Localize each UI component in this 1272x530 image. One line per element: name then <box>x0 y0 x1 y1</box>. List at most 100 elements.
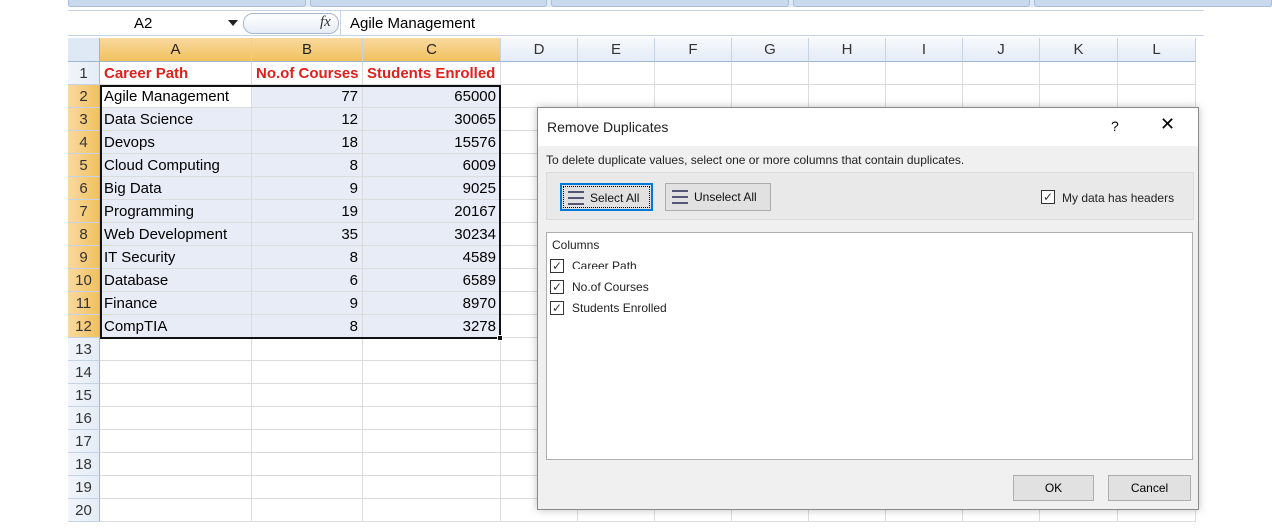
cell[interactable]: 8 <box>252 246 363 269</box>
cell[interactable]: IT Security <box>100 246 252 269</box>
cell[interactable] <box>363 430 501 453</box>
cell[interactable]: 9025 <box>363 177 501 200</box>
cell[interactable]: Data Science <box>100 108 252 131</box>
unselect-all-button[interactable]: Unselect All <box>665 183 771 211</box>
column-header[interactable]: H <box>809 38 886 62</box>
column-checkbox[interactable]: ✓ <box>550 301 564 315</box>
column-header[interactable]: E <box>578 38 655 62</box>
cell[interactable]: Cloud Computing <box>100 154 252 177</box>
cell[interactable]: 4589 <box>363 246 501 269</box>
headers-checkbox-label[interactable]: My data has headers <box>1062 191 1174 205</box>
cell[interactable] <box>886 62 963 85</box>
cell[interactable]: 65000 <box>363 85 501 108</box>
cell[interactable]: 77 <box>252 85 363 108</box>
column-header[interactable]: L <box>1118 38 1196 62</box>
column-header[interactable]: B <box>252 38 363 62</box>
row-header[interactable]: 10 <box>68 269 100 292</box>
cell[interactable] <box>501 62 578 85</box>
column-header[interactable]: K <box>1040 38 1118 62</box>
cell[interactable] <box>363 338 501 361</box>
formula-input[interactable]: Agile Management <box>340 11 1204 35</box>
cell[interactable]: 15576 <box>363 131 501 154</box>
column-label[interactable]: Career Path <box>572 259 637 269</box>
row-header[interactable]: 13 <box>68 338 100 361</box>
column-header[interactable]: C <box>363 38 501 62</box>
cell[interactable]: 35 <box>252 223 363 246</box>
row-header[interactable]: 19 <box>68 476 100 499</box>
cell[interactable] <box>1040 85 1118 108</box>
row-header[interactable]: 7 <box>68 200 100 223</box>
cell[interactable]: Programming <box>100 200 252 223</box>
help-button[interactable]: ? <box>1111 118 1119 134</box>
row-header[interactable]: 17 <box>68 430 100 453</box>
cell[interactable]: CompTIA <box>100 315 252 338</box>
cell[interactable] <box>363 361 501 384</box>
close-button[interactable]: ✕ <box>1160 114 1175 135</box>
cell[interactable]: 20167 <box>363 200 501 223</box>
cell[interactable] <box>100 499 252 522</box>
cell[interactable]: 19 <box>252 200 363 223</box>
row-header[interactable]: 6 <box>68 177 100 200</box>
cell[interactable] <box>100 430 252 453</box>
column-header[interactable]: A <box>100 38 252 62</box>
cell[interactable] <box>363 453 501 476</box>
cell[interactable] <box>252 476 363 499</box>
cell[interactable]: Career Path <box>100 62 252 85</box>
cell[interactable] <box>252 338 363 361</box>
cell[interactable]: 30234 <box>363 223 501 246</box>
cell[interactable] <box>501 85 578 108</box>
cell[interactable] <box>732 62 809 85</box>
cell[interactable]: 6 <box>252 269 363 292</box>
cell[interactable] <box>100 476 252 499</box>
column-header[interactable]: F <box>655 38 732 62</box>
cell[interactable] <box>1118 85 1196 108</box>
ok-button[interactable]: OK <box>1013 475 1094 501</box>
row-header[interactable]: 15 <box>68 384 100 407</box>
cell[interactable]: 8970 <box>363 292 501 315</box>
column-checkbox[interactable]: ✓ <box>550 259 564 273</box>
row-header[interactable]: 5 <box>68 154 100 177</box>
cell[interactable] <box>1118 62 1196 85</box>
cell[interactable]: 12 <box>252 108 363 131</box>
row-header[interactable]: 8 <box>68 223 100 246</box>
cell[interactable] <box>963 85 1040 108</box>
column-header[interactable]: I <box>886 38 963 62</box>
cell[interactable]: 6589 <box>363 269 501 292</box>
cell[interactable] <box>809 62 886 85</box>
name-box[interactable]: A2 <box>68 11 243 35</box>
cell[interactable]: Students Enrolled <box>363 62 501 85</box>
cell[interactable]: 18 <box>252 131 363 154</box>
cell[interactable] <box>100 407 252 430</box>
cell[interactable]: 9 <box>252 292 363 315</box>
cell[interactable]: Big Data <box>100 177 252 200</box>
row-header[interactable]: 18 <box>68 453 100 476</box>
cell[interactable] <box>963 62 1040 85</box>
cell[interactable] <box>252 499 363 522</box>
column-checkbox[interactable]: ✓ <box>550 280 564 294</box>
select-all-corner[interactable] <box>68 38 100 62</box>
cell[interactable] <box>363 476 501 499</box>
column-header[interactable]: G <box>732 38 809 62</box>
cell[interactable]: Finance <box>100 292 252 315</box>
cell[interactable] <box>252 453 363 476</box>
cell[interactable]: Devops <box>100 131 252 154</box>
row-header[interactable]: 4 <box>68 131 100 154</box>
cell[interactable]: 8 <box>252 315 363 338</box>
cell[interactable] <box>1040 62 1118 85</box>
cell[interactable] <box>363 499 501 522</box>
cell[interactable]: Database <box>100 269 252 292</box>
cell[interactable] <box>252 407 363 430</box>
row-header[interactable]: 12 <box>68 315 100 338</box>
cell[interactable]: 3278 <box>363 315 501 338</box>
cell[interactable] <box>100 338 252 361</box>
row-header[interactable]: 2 <box>68 85 100 108</box>
cell[interactable] <box>100 453 252 476</box>
cell[interactable] <box>886 85 963 108</box>
cell[interactable] <box>578 62 655 85</box>
cell[interactable]: 6009 <box>363 154 501 177</box>
row-header[interactable]: 14 <box>68 361 100 384</box>
headers-checkbox[interactable]: ✓ <box>1041 190 1055 204</box>
row-header[interactable]: 16 <box>68 407 100 430</box>
cell[interactable] <box>252 384 363 407</box>
cell[interactable] <box>809 85 886 108</box>
